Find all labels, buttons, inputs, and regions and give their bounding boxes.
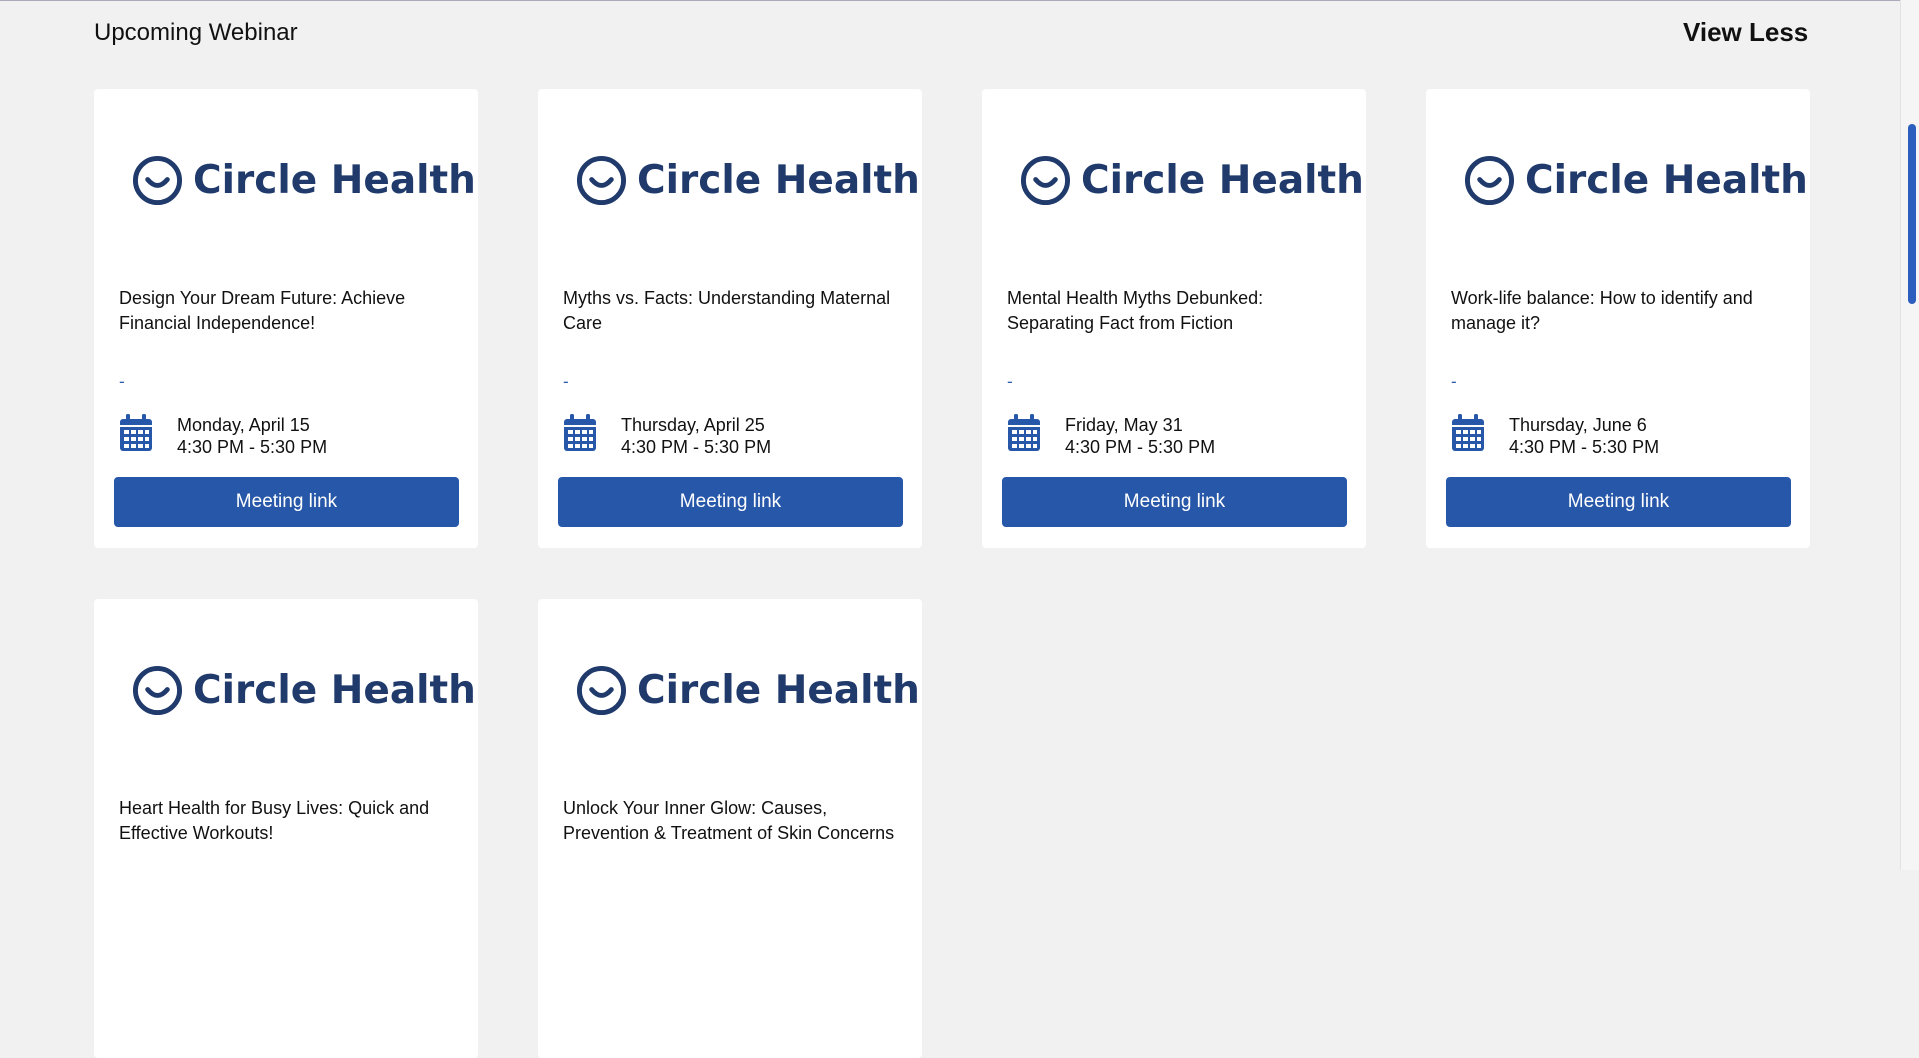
circle-smile-icon	[576, 665, 627, 716]
circle-smile-icon	[132, 155, 183, 206]
date-block: Friday, May 31 4:30 PM - 5:30 PM	[1065, 414, 1215, 458]
circle-health-logo: Circle Health	[576, 665, 920, 716]
webinar-card: Circle Health Work-life balance: How to …	[1426, 89, 1810, 548]
logo-text: Circle Health	[193, 668, 476, 713]
date-block: Thursday, June 6 4:30 PM - 5:30 PM	[1509, 414, 1659, 458]
circle-smile-icon	[1020, 155, 1071, 206]
webinar-date: Monday, April 15	[177, 415, 310, 435]
webinar-schedule: Friday, May 31 4:30 PM - 5:30 PM	[1007, 414, 1215, 458]
webinar-title: Design Your Dream Future: Achieve Financ…	[119, 288, 406, 333]
webinar-dash: -	[563, 372, 569, 391]
meeting-link-button[interactable]: Meeting link	[114, 477, 459, 527]
webinar-dash: -	[119, 372, 125, 391]
webinar-time: 4:30 PM - 5:30 PM	[1065, 437, 1216, 457]
webinar-title: Unlock Your Inner Glow: Causes, Preventi…	[563, 798, 895, 843]
meeting-link-button[interactable]: Meeting link	[1446, 477, 1791, 527]
circle-health-logo: Circle Health	[132, 665, 476, 716]
circle-smile-icon	[576, 155, 627, 206]
webinar-time: 4:30 PM - 5:30 PM	[621, 437, 772, 457]
logo-text: Circle Health	[637, 668, 920, 713]
webinar-date: Thursday, June 6	[1509, 415, 1647, 435]
webinar-schedule: Monday, April 15 4:30 PM - 5:30 PM	[119, 414, 327, 458]
scrollbar-thumb[interactable]	[1908, 124, 1916, 304]
webinar-title: Work-life balance: How to identify and m…	[1451, 288, 1753, 333]
calendar-icon	[564, 414, 596, 451]
webinar-grid: Circle Health Design Your Dream Future: …	[94, 89, 1810, 1058]
webinar-card: Circle Health Unlock Your Inner Glow: Ca…	[538, 599, 922, 1058]
circle-health-logo: Circle Health	[576, 155, 920, 206]
webinar-dash: -	[1451, 372, 1457, 391]
date-block: Monday, April 15 4:30 PM - 5:30 PM	[177, 414, 327, 458]
view-less-link[interactable]: View Less	[1683, 17, 1808, 48]
circle-health-logo: Circle Health	[1020, 155, 1364, 206]
logo-text: Circle Health	[1081, 158, 1364, 203]
webinar-title: Mental Health Myths Debunked: Separating…	[1007, 288, 1264, 333]
webinar-schedule: Thursday, April 25 4:30 PM - 5:30 PM	[563, 414, 771, 458]
meeting-link-button[interactable]: Meeting link	[558, 477, 903, 527]
webinar-card: Circle Health Design Your Dream Future: …	[94, 89, 478, 548]
logo-text: Circle Health	[637, 158, 920, 203]
vertical-scrollbar[interactable]	[1900, 0, 1919, 870]
webinar-date: Thursday, April 25	[621, 415, 765, 435]
circle-smile-icon	[132, 665, 183, 716]
calendar-icon	[120, 414, 152, 451]
webinar-card: Circle Health Mental Health Myths Debunk…	[982, 89, 1366, 548]
webinar-title: Myths vs. Facts: Understanding Maternal …	[563, 288, 891, 333]
circle-health-logo: Circle Health	[1464, 155, 1808, 206]
date-block: Thursday, April 25 4:30 PM - 5:30 PM	[621, 414, 771, 458]
webinar-schedule: Thursday, June 6 4:30 PM - 5:30 PM	[1451, 414, 1659, 458]
webinar-time: 4:30 PM - 5:30 PM	[1509, 437, 1660, 457]
webinar-card: Circle Health Heart Health for Busy Live…	[94, 599, 478, 1058]
calendar-icon	[1452, 414, 1484, 451]
webinar-card: Circle Health Myths vs. Facts: Understan…	[538, 89, 922, 548]
webinar-dash: -	[1007, 372, 1013, 391]
section-title: Upcoming Webinar	[94, 19, 298, 46]
webinar-date: Friday, May 31	[1065, 415, 1183, 435]
meeting-link-button[interactable]: Meeting link	[1002, 477, 1347, 527]
logo-text: Circle Health	[193, 158, 476, 203]
logo-text: Circle Health	[1525, 158, 1808, 203]
circle-smile-icon	[1464, 155, 1515, 206]
webinar-page: Upcoming Webinar View Less Circle Health…	[0, 0, 1900, 1058]
calendar-icon	[1008, 414, 1040, 451]
circle-health-logo: Circle Health	[132, 155, 476, 206]
webinar-time: 4:30 PM - 5:30 PM	[177, 437, 328, 457]
webinar-title: Heart Health for Busy Lives: Quick and E…	[119, 798, 430, 843]
